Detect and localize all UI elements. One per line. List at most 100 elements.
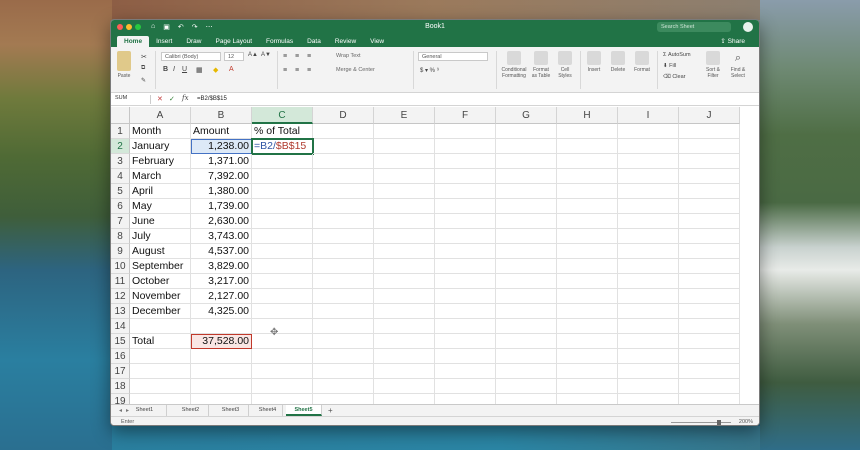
zoom-slider[interactable] — [671, 422, 731, 423]
cell-h11[interactable] — [557, 274, 618, 289]
align-right-icon[interactable]: ≡ — [307, 67, 311, 74]
cell-f15[interactable] — [435, 334, 496, 349]
cell-e1[interactable] — [374, 124, 435, 139]
wrap-text-button[interactable]: Wrap Text — [336, 53, 361, 59]
row-header-2[interactable]: 2 — [111, 139, 130, 154]
cell-f1[interactable] — [435, 124, 496, 139]
cell-d8[interactable] — [313, 229, 374, 244]
cell-h16[interactable] — [557, 349, 618, 364]
cell-f13[interactable] — [435, 304, 496, 319]
tab-view[interactable]: View — [363, 36, 391, 47]
paste-button[interactable]: Paste — [115, 51, 133, 79]
cell-e3[interactable] — [374, 154, 435, 169]
cell-b13[interactable]: 4,325.00 — [191, 304, 252, 319]
cell-d10[interactable] — [313, 259, 374, 274]
font-color-icon[interactable]: A — [229, 66, 234, 73]
sheet-tab-sheet1[interactable]: Sheet1 — [123, 405, 167, 416]
fill-color-icon[interactable]: ◆ — [213, 66, 218, 74]
cell-h2[interactable] — [557, 139, 618, 154]
cell-e4[interactable] — [374, 169, 435, 184]
cell-j1[interactable] — [679, 124, 740, 139]
cell-h12[interactable] — [557, 289, 618, 304]
cell-i18[interactable] — [618, 379, 679, 394]
cell-b17[interactable] — [191, 364, 252, 379]
sheet-tab-sheet3[interactable]: Sheet3 — [213, 405, 249, 416]
tab-draw[interactable]: Draw — [179, 36, 208, 47]
cell-h10[interactable] — [557, 259, 618, 274]
cell-c6[interactable] — [252, 199, 313, 214]
row-header-7[interactable]: 7 — [111, 214, 130, 229]
cell-h7[interactable] — [557, 214, 618, 229]
cell-c9[interactable] — [252, 244, 313, 259]
cell-b15[interactable]: 37,528.00 — [191, 334, 252, 349]
cell-c15[interactable] — [252, 334, 313, 349]
row-header-16[interactable]: 16 — [111, 349, 130, 364]
sheet-tab-sheet2[interactable]: Sheet2 — [173, 405, 209, 416]
find-select-button[interactable]: ⌕ Find & Select — [727, 51, 749, 79]
search-sheet-input[interactable]: Search Sheet — [657, 22, 731, 32]
name-box[interactable]: SUM — [113, 95, 151, 104]
cell-c10[interactable] — [252, 259, 313, 274]
row-header-13[interactable]: 13 — [111, 304, 130, 319]
cell-b8[interactable]: 3,743.00 — [191, 229, 252, 244]
cell-a15[interactable]: Total — [130, 334, 191, 349]
cell-d4[interactable] — [313, 169, 374, 184]
worksheet-grid[interactable]: ABCDEFGHIJ 1 2 3 4 5 6 7 8 9 10 11 12 13 14 15 16 17 18 19… — [111, 107, 759, 418]
cell-d16[interactable] — [313, 349, 374, 364]
cell-e7[interactable] — [374, 214, 435, 229]
cell-h5[interactable] — [557, 184, 618, 199]
cell-b7[interactable]: 2,630.00 — [191, 214, 252, 229]
align-middle-icon[interactable]: ≡ — [295, 53, 299, 60]
cell-b10[interactable]: 3,829.00 — [191, 259, 252, 274]
align-top-icon[interactable]: ≡ — [283, 53, 287, 60]
cell-b12[interactable]: 2,127.00 — [191, 289, 252, 304]
cell-d12[interactable] — [313, 289, 374, 304]
cell-i6[interactable] — [618, 199, 679, 214]
insert-function-icon[interactable]: fx — [182, 94, 189, 102]
cell-b2[interactable]: 1,238.00 — [191, 139, 252, 154]
cell-g17[interactable] — [496, 364, 557, 379]
cell-c13[interactable] — [252, 304, 313, 319]
cell-j10[interactable] — [679, 259, 740, 274]
zoom-slider-knob[interactable] — [717, 420, 721, 425]
row-header-17[interactable]: 17 — [111, 364, 130, 379]
column-header-d[interactable]: D — [313, 107, 374, 124]
cell-h9[interactable] — [557, 244, 618, 259]
cell-a2[interactable]: January — [130, 139, 191, 154]
cell-e13[interactable] — [374, 304, 435, 319]
cell-d11[interactable] — [313, 274, 374, 289]
cell-g12[interactable] — [496, 289, 557, 304]
cell-g2[interactable] — [496, 139, 557, 154]
formula-input[interactable]: =B2/$B$15 — [197, 96, 227, 102]
cell-g11[interactable] — [496, 274, 557, 289]
cell-e2[interactable] — [374, 139, 435, 154]
cell-d5[interactable] — [313, 184, 374, 199]
column-header-i[interactable]: I — [618, 107, 679, 124]
cell-e15[interactable] — [374, 334, 435, 349]
cell-b18[interactable] — [191, 379, 252, 394]
cell-d7[interactable] — [313, 214, 374, 229]
cell-i1[interactable] — [618, 124, 679, 139]
row-header-12[interactable]: 12 — [111, 289, 130, 304]
cell-c8[interactable] — [252, 229, 313, 244]
bold-icon[interactable]: B — [163, 66, 168, 73]
cell-a9[interactable]: August — [130, 244, 191, 259]
cell-a4[interactable]: March — [130, 169, 191, 184]
cell-j16[interactable] — [679, 349, 740, 364]
cell-g10[interactable] — [496, 259, 557, 274]
decrease-font-icon[interactable]: A▼ — [261, 52, 271, 58]
format-painter-icon[interactable]: ✎ — [141, 77, 146, 84]
cell-a1[interactable]: Month — [130, 124, 191, 139]
row-header-9[interactable]: 9 — [111, 244, 130, 259]
cell-d15[interactable] — [313, 334, 374, 349]
cell-a5[interactable]: April — [130, 184, 191, 199]
select-all-corner[interactable] — [111, 107, 130, 124]
cell-f7[interactable] — [435, 214, 496, 229]
cell-i5[interactable] — [618, 184, 679, 199]
cell-i11[interactable] — [618, 274, 679, 289]
cell-e5[interactable] — [374, 184, 435, 199]
cell-c18[interactable] — [252, 379, 313, 394]
cancel-icon[interactable]: ✕ — [157, 95, 163, 103]
cell-i3[interactable] — [618, 154, 679, 169]
number-format-select[interactable]: General — [418, 52, 488, 61]
